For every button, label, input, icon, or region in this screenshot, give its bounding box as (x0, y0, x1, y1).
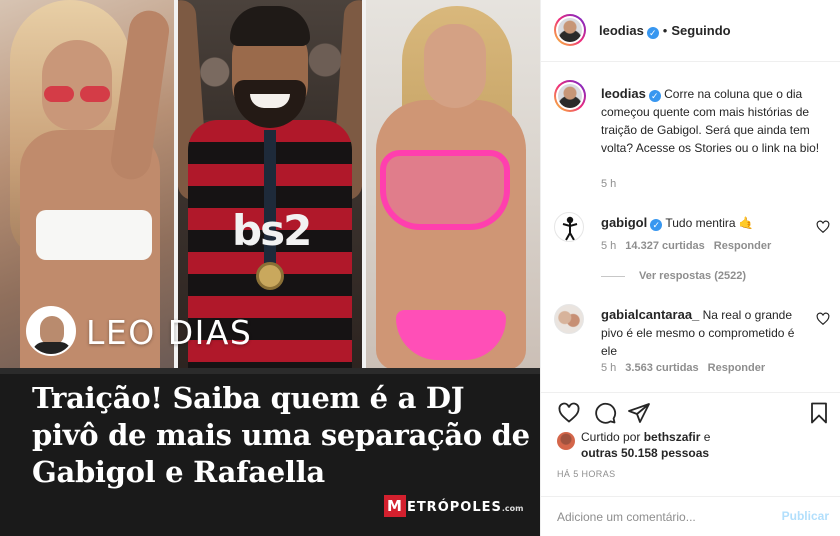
view-replies-button[interactable]: Ver respostas (2522) (601, 270, 746, 282)
comment-input[interactable] (557, 507, 757, 527)
caption-author-avatar[interactable] (554, 80, 586, 112)
comment-likes[interactable]: 14.327 curtidas (625, 240, 705, 252)
liker-username[interactable]: bethszafir (644, 430, 701, 444)
commenter-avatar[interactable] (554, 304, 584, 334)
verified-icon: ✓ (648, 90, 661, 102)
commenter-avatar[interactable] (554, 212, 584, 242)
post-actions-bar (541, 392, 840, 430)
shirt-sponsor-text: bs2 (232, 206, 312, 255)
verified-icon: ✓ (646, 27, 659, 39)
medal (256, 262, 284, 290)
share-icon[interactable] (627, 401, 651, 425)
post-image[interactable]: bs2 LEO DIAS Traição! Saiba quem é a DJ … (0, 0, 540, 536)
like-comment-heart-icon[interactable] (816, 220, 830, 234)
overlay-brand-name: LEO DIAS (86, 313, 253, 352)
comment-likes[interactable]: 3.563 curtidas (625, 362, 698, 374)
commenter-username[interactable]: gabigol (601, 215, 647, 230)
metropoles-logo: M ETRÓPOLES.com (384, 495, 523, 517)
comment-icon[interactable] (593, 401, 617, 425)
verified-icon: ✓ (650, 219, 663, 231)
post-header: leodias ✓ • Seguindo (541, 0, 840, 62)
caption-username[interactable]: leodias (601, 86, 646, 101)
comment-body: Tudo mentira 🤙 (665, 216, 754, 230)
reply-button[interactable]: Responder (708, 362, 765, 374)
bookmark-icon[interactable] (807, 401, 831, 425)
post-side-panel: leodias ✓ • Seguindo leodias ✓ Corre na colu… (540, 0, 840, 536)
reply-button[interactable]: Responder (714, 240, 771, 252)
following-button[interactable]: Seguindo (671, 23, 730, 38)
heart-icon[interactable] (557, 401, 581, 425)
commenter-username[interactable]: gabialcantaraa_ (601, 307, 699, 322)
liker-avatar[interactable] (557, 432, 575, 450)
comment-time[interactable]: 5 h (601, 240, 616, 252)
author-username[interactable]: leodias (599, 23, 644, 38)
comment-time[interactable]: 5 h (601, 362, 616, 374)
like-comment-heart-icon[interactable] (816, 312, 830, 326)
publish-button[interactable]: Publicar (782, 509, 829, 523)
likes-others-link[interactable]: outras 50.158 pessoas (581, 446, 709, 460)
photo-woman-pink (366, 0, 540, 368)
leodias-logo-avatar (26, 306, 76, 356)
post-timestamp[interactable]: HÁ 5 HORAS (557, 469, 616, 479)
comment-composer: Publicar (541, 496, 840, 536)
caption-time[interactable]: 5 h (601, 178, 616, 190)
separator-dot: • (662, 23, 668, 38)
author-avatar[interactable] (554, 14, 586, 46)
post-headline: Traição! Saiba quem é a DJ pivô de mais … (32, 381, 530, 489)
